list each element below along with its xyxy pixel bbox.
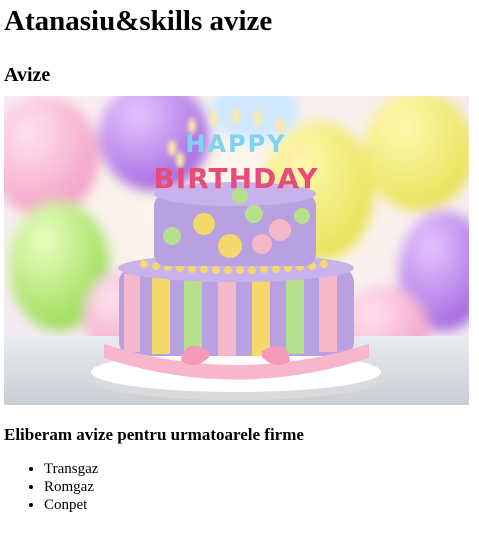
list-item: Romgaz xyxy=(44,478,475,496)
list-item: Conpet xyxy=(44,496,475,514)
list-item: Transgaz xyxy=(44,460,475,478)
svg-text:HAPPY: HAPPY xyxy=(185,130,286,158)
page-title: Atanasiu&skills avize xyxy=(4,5,273,37)
companies-heading: Eliberam avize pentru urmatoarele firme xyxy=(4,425,304,444)
companies-list: Transgaz Romgaz Conpet xyxy=(4,460,475,514)
svg-text:BIRTHDAY: BIRTHDAY xyxy=(153,162,318,195)
section-heading: Avize xyxy=(4,64,51,86)
page-content: Atanasiu&skills avize Avize HAPPY BIRTHD… xyxy=(0,0,479,514)
birthday-cake-image: HAPPY BIRTHDAY xyxy=(4,96,469,405)
